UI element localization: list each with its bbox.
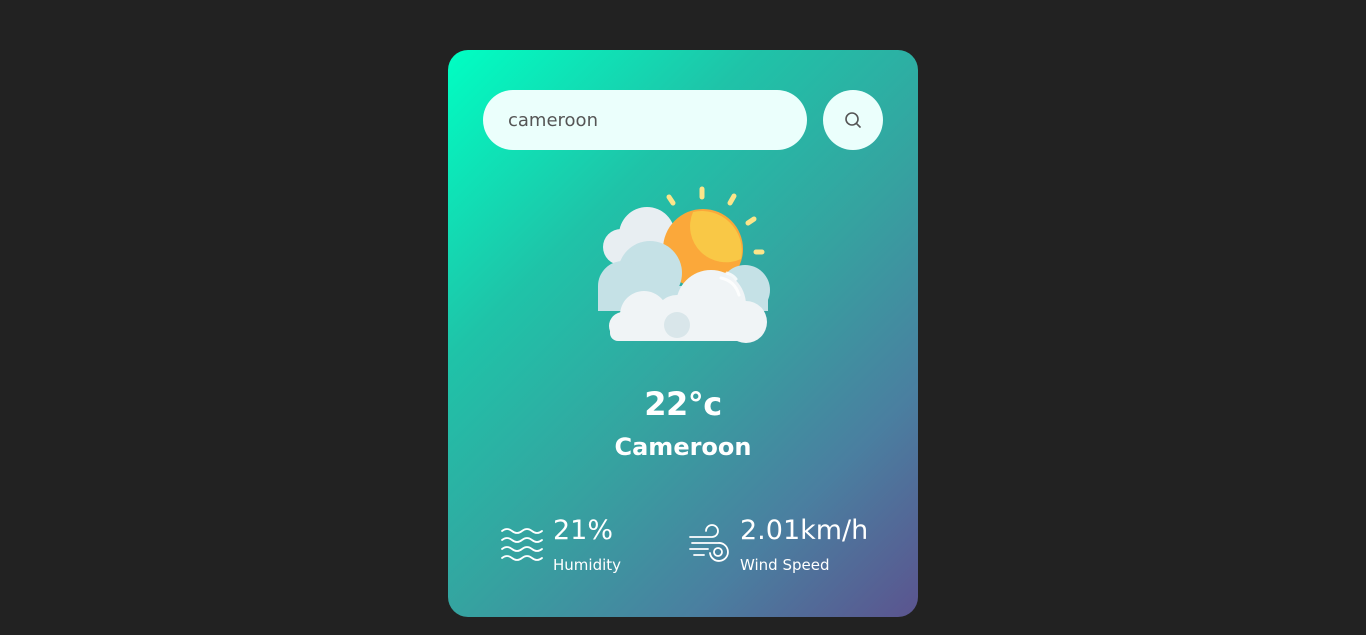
partly-cloudy-icon [598, 186, 770, 343]
temperature-value: 22°c [644, 385, 722, 423]
search-button[interactable] [823, 90, 883, 150]
wind-speed-label: Wind Speed [740, 556, 830, 574]
humidity-icon [501, 528, 543, 561]
search-icon [845, 112, 861, 128]
weather-card: 22°c Cameroon 21% Humidity 2.01km/h Wind… [448, 50, 918, 617]
city-name: Cameroon [614, 433, 752, 461]
humidity-label: Humidity [553, 556, 622, 574]
wind-speed-value: 2.01km/h [740, 515, 869, 546]
search-bar [483, 90, 883, 150]
wind-icon [689, 524, 729, 562]
humidity-value: 21% [553, 515, 614, 546]
search-input[interactable] [483, 90, 807, 150]
